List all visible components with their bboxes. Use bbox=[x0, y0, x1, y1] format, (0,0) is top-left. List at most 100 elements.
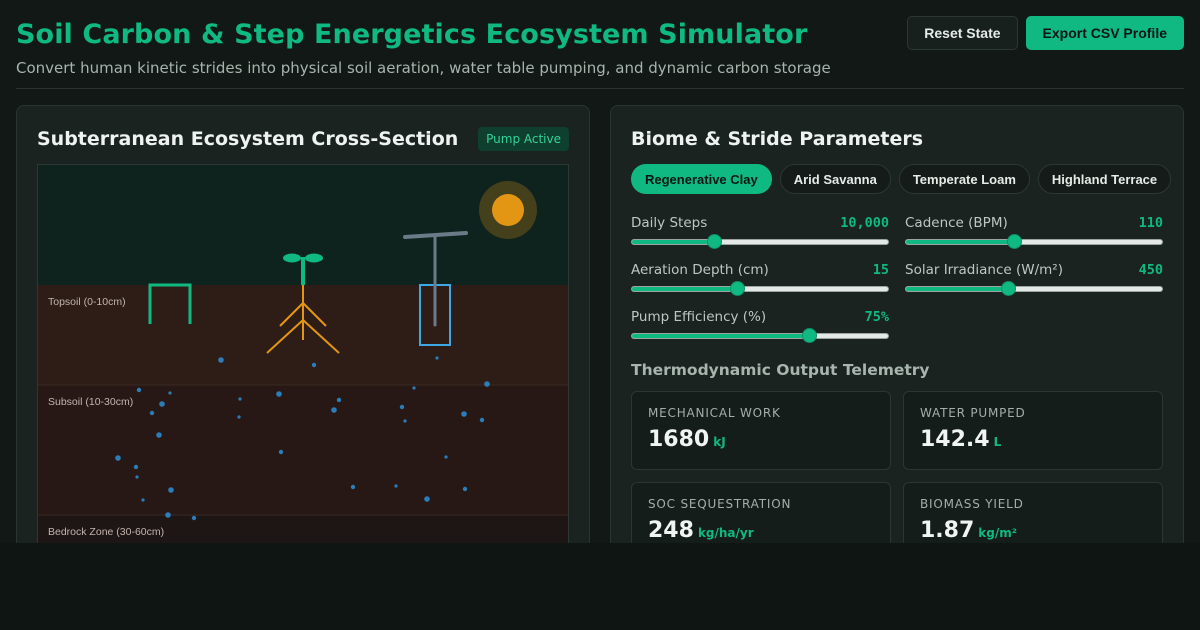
water-particle bbox=[394, 484, 398, 488]
metric-number: 1680 bbox=[648, 427, 710, 452]
biome-tabs: Regenerative Clay Arid Savanna Temperate… bbox=[631, 164, 1172, 194]
metric-value: 1680 kJ bbox=[648, 427, 726, 452]
slider-value: 110 bbox=[1138, 215, 1163, 231]
header-actions: Reset State Export CSV Profile bbox=[907, 16, 1184, 50]
daily-steps-slider[interactable] bbox=[631, 234, 889, 249]
water-particle bbox=[461, 411, 467, 417]
water-particle bbox=[149, 410, 155, 416]
metric-label: SOC SEQUESTRATION bbox=[648, 497, 792, 511]
water-particle bbox=[136, 387, 142, 393]
water-particle bbox=[311, 362, 317, 368]
solar-irradiance-slider[interactable] bbox=[905, 281, 1163, 296]
slider-fill bbox=[632, 334, 809, 338]
water-particle bbox=[412, 386, 416, 390]
water-particle bbox=[218, 357, 224, 363]
metric-number: 142.4 bbox=[920, 427, 990, 452]
status-badge: Pump Active bbox=[478, 127, 569, 151]
slider-thumb[interactable] bbox=[1006, 234, 1022, 249]
aeration-depth-slider[interactable] bbox=[631, 281, 889, 296]
slider-label: Daily Steps bbox=[631, 215, 708, 231]
slider-thumb[interactable] bbox=[1001, 281, 1017, 296]
slider-value: 450 bbox=[1138, 262, 1163, 278]
water-particle bbox=[237, 415, 241, 419]
water-particle bbox=[165, 512, 171, 518]
slider-label: Solar Irradiance (W/m²) bbox=[905, 262, 1063, 278]
metric-label: WATER PUMPED bbox=[920, 406, 1026, 420]
water-particle bbox=[141, 498, 145, 502]
metric-value: 248 kg/ha/yr bbox=[648, 518, 754, 543]
water-particle bbox=[135, 475, 139, 479]
metric-number: 248 bbox=[648, 518, 694, 543]
biome-tab-arid-savanna[interactable]: Arid Savanna bbox=[779, 164, 891, 194]
water-particle bbox=[156, 432, 162, 438]
water-particle bbox=[168, 487, 174, 493]
water-particle bbox=[115, 455, 121, 461]
slider-pump-efficiency: Pump Efficiency (%) 75% bbox=[631, 308, 889, 343]
water-particle bbox=[399, 404, 405, 410]
metric-unit: kJ bbox=[713, 435, 726, 449]
app-viewport: Soil Carbon & Step Energetics Ecosystem … bbox=[0, 0, 1200, 543]
cross-section-panel: Subterranean Ecosystem Cross-Section Pum… bbox=[16, 105, 590, 543]
water-particle bbox=[435, 356, 439, 360]
slider-label: Cadence (BPM) bbox=[905, 215, 1008, 231]
app-header: Soil Carbon & Step Energetics Ecosystem … bbox=[16, 16, 1184, 77]
water-particle bbox=[191, 515, 197, 521]
water-particle bbox=[168, 391, 172, 395]
metric-unit: kg/m² bbox=[978, 526, 1017, 540]
header-divider bbox=[16, 88, 1184, 89]
slider-aeration-depth: Aeration Depth (cm) 15 bbox=[631, 261, 889, 296]
water-particle bbox=[336, 397, 342, 403]
telemetry-metrics: MECHANICAL WORK 1680 kJ WATER PUMPED 142.… bbox=[631, 391, 1163, 543]
plant-leaf bbox=[305, 253, 323, 263]
water-particle bbox=[331, 407, 337, 413]
subsoil-label: Subsoil (10-30cm) bbox=[48, 396, 133, 408]
biome-tab-regenerative-clay[interactable]: Regenerative Clay bbox=[631, 164, 772, 194]
slider-fill bbox=[906, 240, 1014, 244]
metric-card-biomass-yield: BIOMASS YIELD 1.87 kg/m² bbox=[903, 482, 1163, 543]
pump-efficiency-slider[interactable] bbox=[631, 328, 889, 343]
metric-value: 142.4 L bbox=[920, 427, 1001, 452]
parameter-sliders: Daily Steps 10,000 Cadence (BPM) 110 Aer… bbox=[631, 214, 1163, 343]
cadence-slider[interactable] bbox=[905, 234, 1163, 249]
metric-label: MECHANICAL WORK bbox=[648, 406, 781, 420]
slider-label: Pump Efficiency (%) bbox=[631, 309, 767, 325]
export-csv-button[interactable]: Export CSV Profile bbox=[1025, 16, 1184, 50]
slider-thumb[interactable] bbox=[729, 281, 745, 296]
metric-label: BIOMASS YIELD bbox=[920, 497, 1024, 511]
water-particle bbox=[479, 417, 485, 423]
parameters-panel: Biome & Stride Parameters Regenerative C… bbox=[610, 105, 1184, 543]
water-particle bbox=[159, 401, 165, 407]
water-particle bbox=[403, 419, 407, 423]
slider-value: 75% bbox=[864, 309, 889, 325]
water-particle bbox=[462, 486, 468, 492]
metric-card-mechanical-work: MECHANICAL WORK 1680 kJ bbox=[631, 391, 891, 470]
slider-fill bbox=[906, 287, 1009, 291]
slider-label: Aeration Depth (cm) bbox=[631, 262, 769, 278]
ecosystem-canvas[interactable]: Topsoil (0-10cm) Subsoil (10-30cm) Bedro… bbox=[37, 164, 569, 543]
water-particle bbox=[133, 464, 139, 470]
biome-tab-highland-terrace[interactable]: Highland Terrace bbox=[1037, 164, 1172, 194]
telemetry-heading: Thermodynamic Output Telemetry bbox=[631, 361, 930, 379]
water-particle bbox=[350, 484, 356, 490]
biome-tab-temperate-loam[interactable]: Temperate Loam bbox=[898, 164, 1030, 194]
slider-thumb[interactable] bbox=[706, 234, 722, 249]
metric-card-water-pumped: WATER PUMPED 142.4 L bbox=[903, 391, 1163, 470]
parameters-title: Biome & Stride Parameters bbox=[631, 128, 924, 150]
plant-leaf bbox=[283, 253, 301, 263]
slider-cadence: Cadence (BPM) 110 bbox=[905, 214, 1163, 249]
cross-section-title: Subterranean Ecosystem Cross-Section bbox=[37, 128, 459, 150]
water-particle bbox=[444, 455, 448, 459]
metric-number: 1.87 bbox=[920, 518, 975, 543]
sun-icon bbox=[492, 194, 524, 226]
reset-state-button[interactable]: Reset State bbox=[907, 16, 1018, 50]
water-particle bbox=[484, 381, 490, 387]
slider-value: 10,000 bbox=[840, 215, 889, 231]
metric-value: 1.87 kg/m² bbox=[920, 518, 1017, 543]
water-particle bbox=[276, 391, 282, 397]
ecosystem-svg: Topsoil (0-10cm) Subsoil (10-30cm) Bedro… bbox=[38, 165, 568, 543]
slider-thumb[interactable] bbox=[801, 328, 817, 343]
metric-card-soc-sequestration: SOC SEQUESTRATION 248 kg/ha/yr bbox=[631, 482, 891, 543]
water-particle bbox=[424, 496, 430, 502]
slider-fill bbox=[632, 287, 737, 291]
water-particle bbox=[278, 449, 284, 455]
